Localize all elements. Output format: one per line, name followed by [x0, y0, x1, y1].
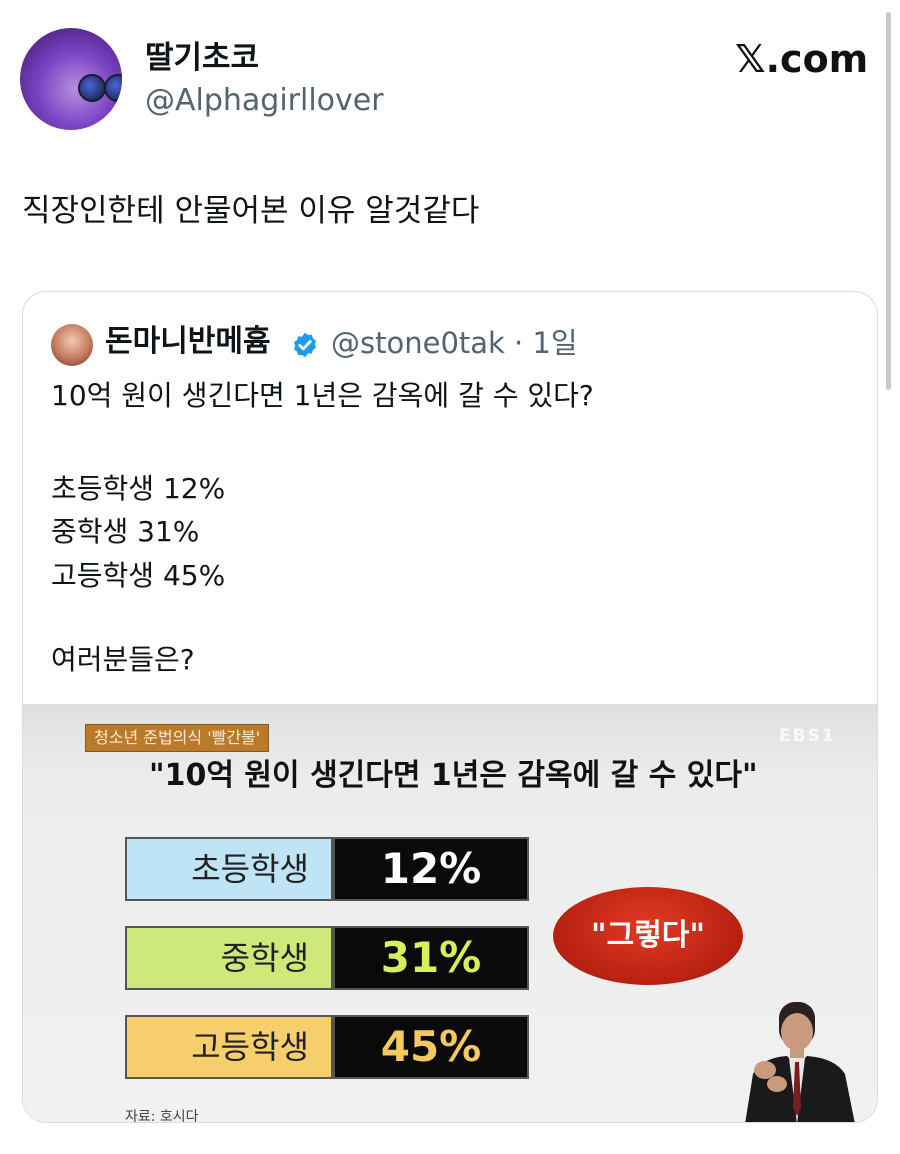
quoted-author-avatar[interactable] — [51, 324, 93, 366]
quoted-media-image[interactable]: 청소년 준법의식 '빨간불' EBS1 "10억 원이 생긴다면 1년은 감옥에… — [23, 704, 877, 1123]
quoted-author-display-name[interactable]: 돈마니반메흄 — [105, 322, 271, 362]
quoted-tweet-card[interactable]: 돈마니반메흄 @stone0tak · 1일 10억 원이 생긴다면 1년은 감… — [22, 291, 878, 1123]
bar-label-high: 고등학생 — [125, 1015, 333, 1079]
x-logo: 𝕏.com — [735, 37, 869, 81]
bar-value-high: 45% — [333, 1015, 529, 1079]
quoted-text-prompt: 여러분들은? — [51, 643, 195, 676]
author-avatar[interactable] — [20, 28, 122, 130]
sunglasses-lens-left — [78, 74, 106, 102]
page-scrollbar[interactable] — [886, 12, 891, 390]
broadcaster-logo: EBS1 — [779, 726, 836, 746]
quoted-text-elementary: 초등학생 12% — [51, 472, 226, 505]
bar-value-middle: 31% — [333, 926, 529, 990]
bar-value-elementary: 12% — [333, 837, 529, 901]
media-topic-tag: 청소년 준법의식 '빨간불' — [85, 724, 270, 752]
callout-oval: "그렇다" — [553, 887, 743, 985]
verified-badge-icon — [294, 332, 316, 358]
author-handle[interactable]: @Alphagirllover — [145, 82, 384, 120]
tweet-text: 직장인한테 안물어본 이유 알것같다 — [22, 193, 480, 229]
quoted-text-middle: 중학생 31% — [51, 515, 200, 548]
author-display-name[interactable]: 딸기초코 — [145, 38, 259, 78]
quoted-author-handle-time[interactable]: @stone0tak · 1일 — [331, 323, 578, 363]
bar-label-middle: 중학생 — [125, 926, 333, 990]
bar-label-elementary: 초등학생 — [125, 837, 333, 901]
media-source-caption: 자료: 호시다 — [125, 1109, 199, 1123]
quoted-text-question: 10억 원이 생긴다면 1년은 감옥에 갈 수 있다? — [51, 379, 594, 412]
sunglasses-lens-right — [104, 74, 122, 102]
media-headline: "10억 원이 생긴다면 1년은 감옥에 갈 수 있다" — [149, 758, 758, 793]
sign-language-interpreter-figure — [745, 1002, 855, 1122]
quoted-text-high: 고등학생 45% — [51, 559, 226, 592]
